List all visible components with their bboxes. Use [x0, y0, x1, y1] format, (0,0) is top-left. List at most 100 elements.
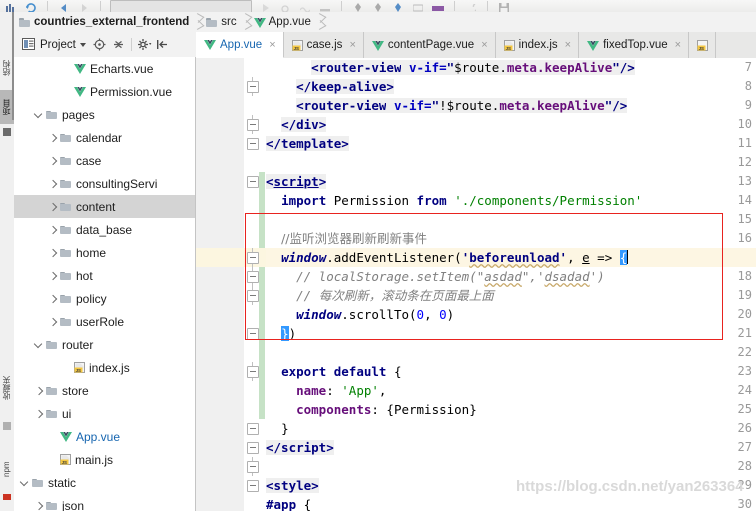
- fold-marker[interactable]: [247, 324, 259, 343]
- tree-item-case[interactable]: case: [14, 149, 196, 172]
- chevron-right-icon[interactable]: [48, 156, 58, 166]
- breadcrumb-item-src[interactable]: src: [206, 12, 253, 32]
- chevron-right-icon[interactable]: [48, 317, 58, 327]
- tree-item-permission-vue[interactable]: Permission.vue: [14, 80, 196, 103]
- locate-icon[interactable]: [93, 38, 107, 52]
- project-window-icon[interactable]: [3, 128, 11, 136]
- code-text-area[interactable]: <router-view v-if="$route.meta.keepAlive…: [266, 58, 756, 511]
- module-icon[interactable]: [4, 0, 18, 12]
- favorites-window-icon[interactable]: [3, 422, 11, 430]
- tree-item-hot[interactable]: hot: [14, 264, 196, 287]
- tab-contentpage-vue[interactable]: contentPage.vue ×: [363, 32, 496, 58]
- fold-marker[interactable]: [247, 134, 259, 153]
- stop-icon[interactable]: [318, 0, 332, 12]
- tree-item-router[interactable]: router: [14, 333, 196, 356]
- tree-item-echarts-vue[interactable]: Echarts.vue: [14, 57, 196, 80]
- tree-item-pages[interactable]: pages: [14, 103, 196, 126]
- gear-icon[interactable]: [137, 38, 152, 52]
- tree-item-main-js[interactable]: JS main.js: [14, 448, 196, 471]
- debug-icon[interactable]: [278, 0, 292, 12]
- code-line: </div>: [281, 117, 327, 132]
- hide-panel-icon[interactable]: [156, 38, 170, 52]
- tree-item-calendar[interactable]: calendar: [14, 126, 196, 149]
- terminal-icon[interactable]: [431, 0, 445, 12]
- tree-item-data-base[interactable]: data_base: [14, 218, 196, 241]
- forward-arrow-icon[interactable]: [77, 0, 91, 12]
- chevron-down-icon[interactable]: [34, 340, 44, 350]
- fold-marker[interactable]: [247, 476, 259, 495]
- tree-item-app-vue[interactable]: App.vue: [14, 425, 196, 448]
- tree-item-home[interactable]: home: [14, 241, 196, 264]
- chevron-right-icon[interactable]: [34, 409, 44, 419]
- back-arrow-icon[interactable]: [57, 0, 71, 12]
- fold-marker[interactable]: [247, 248, 259, 267]
- fold-marker[interactable]: [247, 172, 259, 191]
- fold-marker[interactable]: [247, 77, 259, 96]
- update-icon[interactable]: [411, 0, 425, 12]
- code-editor[interactable]: 7891011121314151617181920212223242526272…: [196, 58, 756, 511]
- tree-item-store[interactable]: store: [14, 379, 196, 402]
- chevron-right-icon[interactable]: [34, 386, 44, 396]
- breadcrumb-item-project[interactable]: countries_external_frontend: [19, 12, 206, 32]
- folder-icon: [60, 133, 72, 143]
- chevron-right-icon[interactable]: [48, 294, 58, 304]
- breadcrumb-item-file[interactable]: App.vue: [253, 12, 328, 32]
- revert-icon[interactable]: [464, 0, 478, 12]
- fold-marker[interactable]: [247, 362, 259, 381]
- chevron-right-icon[interactable]: [48, 133, 58, 143]
- tree-item-ui[interactable]: ui: [14, 402, 196, 425]
- tool-window-favorites[interactable]: 收藏夹: [0, 360, 14, 416]
- tool-window-npm[interactable]: npm: [0, 452, 14, 486]
- js-file-icon: JS: [503, 39, 515, 51]
- tree-item-static[interactable]: static: [14, 471, 196, 494]
- chevron-down-icon[interactable]: [34, 110, 44, 120]
- chevron-right-icon[interactable]: [48, 202, 58, 212]
- tab-case-js[interactable]: JS case.js ×: [283, 32, 364, 58]
- npm-window-icon[interactable]: [3, 494, 11, 500]
- sync-icon[interactable]: [24, 0, 38, 12]
- run-configuration-combo[interactable]: [110, 0, 252, 12]
- fold-marker[interactable]: [247, 457, 259, 476]
- settings-icon[interactable]: [371, 0, 385, 12]
- code-line: <router-view v-if="$route.meta.keepAlive…: [311, 60, 635, 75]
- tree-item-json[interactable]: json: [14, 494, 196, 511]
- close-icon[interactable]: ×: [565, 39, 571, 51]
- fold-marker[interactable]: [247, 115, 259, 134]
- tree-item-policy[interactable]: policy: [14, 287, 196, 310]
- tree-item-index-js[interactable]: JS index.js: [14, 356, 196, 379]
- fold-marker[interactable]: [247, 286, 259, 305]
- project-tree[interactable]: Echarts.vue Permission.vue pages calendar ca…: [14, 57, 196, 511]
- js-file-icon: JS: [697, 39, 709, 51]
- chevron-down-icon[interactable]: [20, 478, 30, 488]
- coverage-icon[interactable]: [298, 0, 312, 12]
- fold-marker[interactable]: [247, 267, 259, 286]
- tab-fixedtop-vue[interactable]: fixedTop.vue ×: [579, 32, 690, 58]
- project-structure-icon[interactable]: [391, 0, 405, 12]
- chevron-right-icon[interactable]: [34, 501, 44, 511]
- close-icon[interactable]: ×: [481, 39, 487, 51]
- tab-overflow[interactable]: JS: [689, 32, 717, 58]
- close-icon[interactable]: ×: [269, 39, 275, 51]
- tree-item-userrole[interactable]: userRole: [14, 310, 196, 333]
- chevron-right-icon[interactable]: [48, 225, 58, 235]
- chevron-right-icon[interactable]: [48, 179, 58, 189]
- project-panel-tab[interactable]: Project: [20, 37, 88, 53]
- search-everywhere-icon[interactable]: [351, 0, 365, 12]
- tab-label: index.js: [518, 39, 558, 51]
- chevron-right-icon[interactable]: [48, 248, 58, 258]
- fold-marker[interactable]: [247, 419, 259, 438]
- collapse-all-icon[interactable]: [112, 38, 126, 52]
- editor-gutter[interactable]: [196, 58, 244, 511]
- save-all-icon[interactable]: [497, 0, 511, 12]
- fold-marker[interactable]: [247, 438, 259, 457]
- tab-index-js[interactable]: JS index.js ×: [495, 32, 580, 58]
- tree-item-consultingservi[interactable]: consultingServi: [14, 172, 196, 195]
- run-icon[interactable]: [258, 0, 272, 12]
- chevron-right-icon[interactable]: [48, 271, 58, 281]
- close-icon[interactable]: ×: [675, 39, 681, 51]
- chevron-down-icon[interactable]: [79, 42, 86, 47]
- close-icon[interactable]: ×: [349, 39, 355, 51]
- tab-app-vue[interactable]: App.vue ×: [196, 32, 284, 58]
- tree-item-content[interactable]: content: [14, 195, 196, 218]
